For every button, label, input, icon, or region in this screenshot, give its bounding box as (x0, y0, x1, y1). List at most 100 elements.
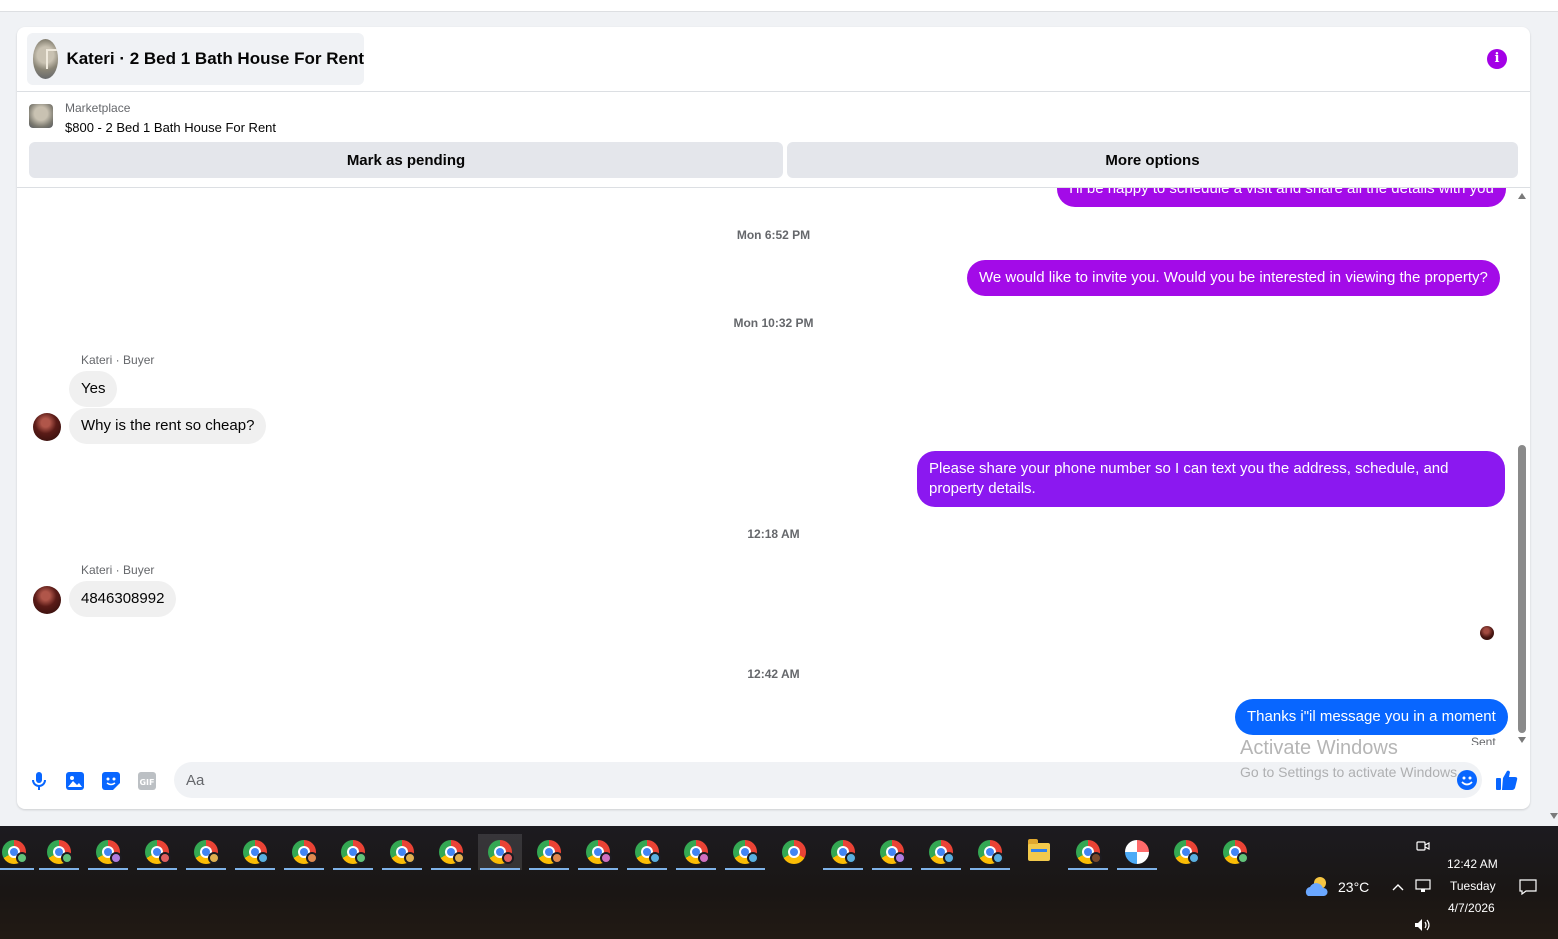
photo-icon[interactable] (66, 772, 84, 790)
avatar[interactable] (33, 413, 61, 441)
taskbar-chrome-app[interactable] (1213, 834, 1257, 870)
profile-badge-icon (698, 852, 710, 864)
taskbar-chrome-app[interactable] (870, 834, 914, 870)
info-icon[interactable]: i (1487, 49, 1507, 69)
taskbar-chrome-app[interactable] (625, 834, 669, 870)
outgoing-message[interactable]: I'll be happy to schedule a visit and sh… (1057, 188, 1506, 207)
scroll-down-arrow-icon[interactable] (1518, 737, 1526, 743)
profile-badge-icon (306, 852, 318, 864)
message-status: Sent (1471, 735, 1496, 745)
outgoing-message[interactable]: We would like to invite you. Would you b… (967, 260, 1500, 296)
profile-badge-icon (1237, 852, 1249, 864)
like-thumb-icon[interactable] (1496, 769, 1518, 791)
taskbar-chrome-app[interactable] (86, 834, 130, 870)
profile-badge-icon (943, 852, 955, 864)
avatar[interactable] (33, 586, 61, 614)
profile-badge-icon (747, 852, 759, 864)
taskbar-chrome-app[interactable] (135, 834, 179, 870)
more-options-button[interactable]: More options (787, 142, 1518, 178)
page-scroll-down-arrow-icon[interactable] (1550, 813, 1558, 819)
messenger-panel: Kateri · 2 Bed 1 Bath House For Rent i M… (17, 27, 1530, 809)
microphone-icon[interactable] (31, 772, 47, 790)
message-thread[interactable]: I'll be happy to schedule a visit and sh… (17, 188, 1530, 745)
listing-banner: Marketplace $800 - 2 Bed 1 Bath House Fo… (17, 92, 1530, 188)
profile-badge-icon (159, 852, 171, 864)
notification-center-icon[interactable] (1519, 879, 1537, 895)
profile-badge-icon (992, 852, 1004, 864)
folder-icon (1028, 839, 1050, 861)
taskbar-chrome-app[interactable] (1066, 834, 1110, 870)
profile-badge-icon (16, 852, 28, 864)
outgoing-message[interactable]: Please share your phone number so I can … (917, 451, 1505, 507)
thread-scrollbar[interactable] (1514, 188, 1530, 745)
incoming-message[interactable]: Why is the rent so cheap? (69, 408, 267, 444)
watermark-title: Activate Windows (1240, 737, 1398, 759)
taskbar-chrome-app[interactable] (772, 834, 816, 870)
taskbar-snipping-tool[interactable] (1115, 834, 1159, 870)
taskbar-chrome-app[interactable] (674, 834, 718, 870)
taskbar-chrome-app[interactable] (282, 834, 326, 870)
listing-small-thumbnail[interactable] (29, 104, 53, 128)
taskbar-chrome-app-active[interactable] (478, 834, 522, 870)
taskbar-chrome-app[interactable] (0, 834, 36, 870)
outgoing-message[interactable]: Thanks i"il message you in a moment (1235, 699, 1508, 735)
taskbar-chrome-app[interactable] (527, 834, 571, 870)
taskbar-chrome-app[interactable] (919, 834, 963, 870)
weather-icon[interactable] (1304, 874, 1332, 900)
taskbar-chrome-app[interactable] (821, 834, 865, 870)
gif-icon[interactable]: GIF (138, 772, 156, 790)
listing-price-title[interactable]: $800 - 2 Bed 1 Bath House For Rent (65, 120, 276, 135)
taskbar-chrome-app[interactable] (331, 834, 375, 870)
weather-temperature[interactable]: 23°C (1338, 879, 1369, 895)
profile-badge-icon (453, 852, 465, 864)
meet-now-icon[interactable] (1416, 839, 1430, 853)
scrollbar-thumb[interactable] (1518, 445, 1526, 733)
profile-badge-icon (110, 852, 122, 864)
profile-badge-icon (61, 852, 73, 864)
taskbar-file-explorer[interactable] (1017, 834, 1061, 870)
profile-badge-icon (845, 852, 857, 864)
mark-as-pending-button[interactable]: Mark as pending (29, 142, 783, 178)
incoming-message[interactable]: Yes (69, 371, 118, 407)
profile-badge-icon (502, 852, 514, 864)
profile-badge-icon (894, 852, 906, 864)
listing-source-label: Marketplace (65, 101, 131, 115)
profile-badge-icon (355, 852, 367, 864)
conversation-title: Kateri · 2 Bed 1 Bath House For Rent (66, 49, 364, 68)
sticker-icon[interactable] (102, 772, 120, 790)
activate-windows-watermark: Activate Windows Go to Settings to activ… (1240, 737, 1461, 780)
volume-icon[interactable] (1414, 918, 1432, 932)
clock-time[interactable]: 12:42 AM (1447, 857, 1498, 871)
taskbar-chrome-app[interactable] (429, 834, 473, 870)
network-icon[interactable] (1414, 878, 1432, 894)
taskbar-chrome-app[interactable] (723, 834, 767, 870)
taskbar-chrome-app[interactable] (1164, 834, 1208, 870)
profile-badge-icon (1188, 852, 1200, 864)
profile-badge-icon (257, 852, 269, 864)
taskbar-chrome-app[interactable] (184, 834, 228, 870)
clock-day[interactable]: Tuesday (1450, 879, 1496, 893)
clock-date[interactable]: 4/7/2026 (1448, 901, 1495, 915)
incoming-message[interactable]: 4846308992 (69, 581, 177, 617)
conversation-title-button[interactable]: Kateri · 2 Bed 1 Bath House For Rent (27, 33, 364, 85)
taskbar-chrome-app[interactable] (576, 834, 620, 870)
chevron-up-icon[interactable] (1392, 882, 1404, 892)
timestamp: 12:42 AM (747, 667, 800, 681)
scroll-up-arrow-icon[interactable] (1518, 193, 1526, 199)
profile-badge-icon (1090, 852, 1102, 864)
taskbar-chrome-app[interactable] (37, 834, 81, 870)
snipping-tool-icon (1125, 840, 1149, 864)
chrome-icon (782, 840, 806, 864)
taskbar-chrome-app[interactable] (380, 834, 424, 870)
read-receipt-avatar (1480, 626, 1494, 640)
timestamp: Mon 10:32 PM (733, 316, 814, 330)
taskbar-chrome-app[interactable] (968, 834, 1012, 870)
taskbar-chrome-app[interactable] (233, 834, 277, 870)
svg-text:GIF: GIF (139, 778, 154, 787)
conversation-header: Kateri · 2 Bed 1 Bath House For Rent i (17, 27, 1530, 92)
profile-badge-icon (404, 852, 416, 864)
sender-label: Kateri · Buyer (81, 563, 155, 577)
listing-thumbnail (33, 39, 59, 79)
sender-label: Kateri · Buyer (81, 353, 155, 367)
windows-taskbar: 23°C 12:42 AM Tuesday 4/7/2026 (0, 826, 1558, 939)
